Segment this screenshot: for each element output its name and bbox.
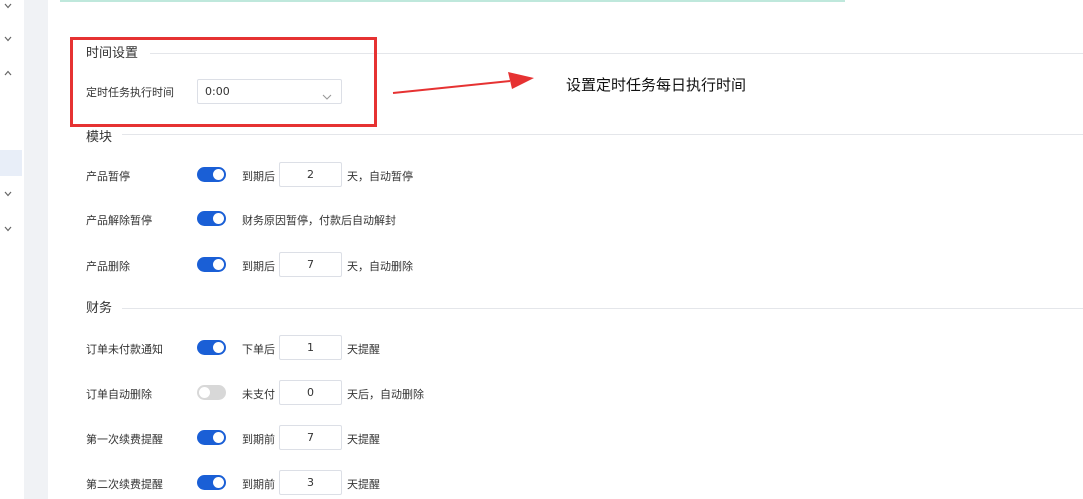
row-label: 订单未付款通知 bbox=[86, 343, 163, 356]
row-prefix: 到期后 bbox=[242, 260, 275, 273]
days-input[interactable]: 3 bbox=[279, 470, 342, 495]
section-divider bbox=[122, 308, 1083, 309]
section-title-module: 模块 bbox=[86, 130, 113, 145]
row-label: 产品暂停 bbox=[86, 170, 130, 183]
days-input[interactable]: 7 bbox=[279, 425, 342, 450]
row-label: 产品解除暂停 bbox=[86, 214, 152, 227]
row-prefix: 下单后 bbox=[242, 343, 275, 356]
toggle-switch[interactable] bbox=[197, 167, 226, 182]
toggle-switch[interactable] bbox=[197, 475, 226, 490]
row-suffix: 天，自动暂停 bbox=[347, 170, 413, 183]
row-label: 第一次续费提醒 bbox=[86, 433, 163, 446]
row-suffix: 天后，自动删除 bbox=[347, 388, 424, 401]
row-prefix: 到期后 bbox=[242, 170, 275, 183]
section-divider bbox=[122, 134, 1083, 135]
chevron-down-icon[interactable] bbox=[4, 2, 12, 12]
row-suffix: 天提醒 bbox=[347, 478, 380, 491]
chevron-down-icon[interactable] bbox=[4, 190, 12, 200]
chevron-down-icon[interactable] bbox=[4, 35, 12, 45]
row-label: 第二次续费提醒 bbox=[86, 478, 163, 491]
chevron-up-icon[interactable] bbox=[4, 69, 12, 79]
annotation-arrow bbox=[392, 72, 534, 94]
section-title-finance: 财务 bbox=[86, 301, 113, 316]
top-accent-line bbox=[60, 0, 845, 2]
row-suffix: 天提醒 bbox=[347, 343, 380, 356]
toggle-switch[interactable] bbox=[197, 430, 226, 445]
toggle-switch[interactable] bbox=[197, 340, 226, 355]
toggle-switch[interactable] bbox=[197, 211, 226, 226]
row-prefix: 到期前 bbox=[242, 433, 275, 446]
row-prefix: 到期前 bbox=[242, 478, 275, 491]
row-label: 产品删除 bbox=[86, 260, 130, 273]
toggle-switch[interactable] bbox=[197, 257, 226, 272]
days-input[interactable]: 1 bbox=[279, 335, 342, 360]
row-label: 订单自动删除 bbox=[86, 388, 152, 401]
days-input[interactable]: 2 bbox=[279, 162, 342, 187]
left-nav bbox=[0, 0, 24, 499]
days-input[interactable]: 0 bbox=[279, 380, 342, 405]
content-gutter bbox=[24, 0, 48, 499]
chevron-down-icon[interactable] bbox=[4, 225, 12, 235]
row-description: 财务原因暂停，付款后自动解封 bbox=[242, 214, 396, 227]
days-input[interactable]: 7 bbox=[279, 252, 342, 277]
row-prefix: 未支付 bbox=[242, 388, 275, 401]
toggle-switch[interactable] bbox=[197, 385, 226, 400]
annotation-text: 设置定时任务每日执行时间 bbox=[566, 76, 747, 94]
annotation-highlight-box bbox=[70, 37, 377, 127]
row-suffix: 天提醒 bbox=[347, 433, 380, 446]
row-suffix: 天，自动删除 bbox=[347, 260, 413, 273]
nav-selected-item[interactable] bbox=[0, 150, 22, 176]
